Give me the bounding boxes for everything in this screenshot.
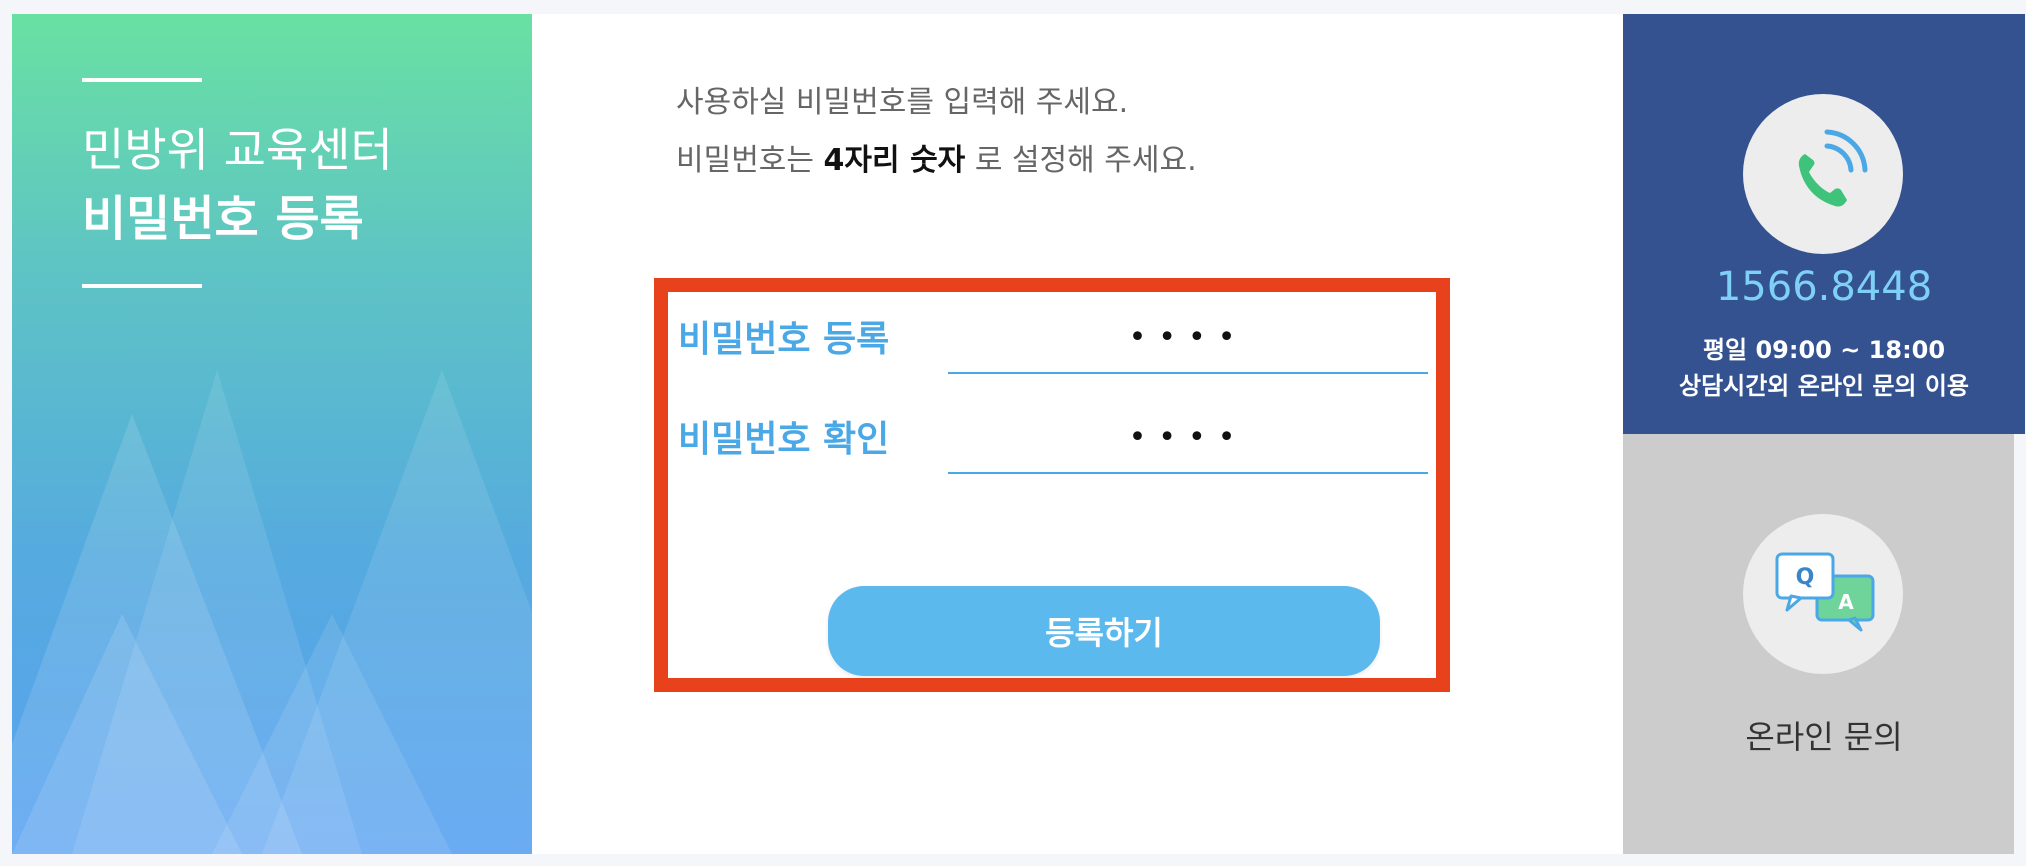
- center-name: 민방위 교육센터: [82, 123, 393, 177]
- online-inquiry-label: 온라인 문의: [1745, 718, 1903, 756]
- online-inquiry-section[interactable]: Q A 온라인 문의: [1623, 434, 2014, 854]
- password-input[interactable]: [948, 302, 1428, 374]
- instruction-highlight: 4자리 숫자: [823, 143, 966, 178]
- qa-icon-circle: Q A: [1743, 514, 1903, 674]
- hours-line-1: 평일 09:00 ~ 18:00: [1702, 336, 1946, 364]
- left-banner: 민방위 교육센터 비밀번호 등록: [12, 14, 532, 854]
- page-frame: 민방위 교육센터 비밀번호 등록 사용하실 비밀번호를 입력해 주세요. 비밀번…: [12, 14, 2025, 854]
- main-content: 사용하실 비밀번호를 입력해 주세요. 비밀번호는 4자리 숫자 로 설정해 주…: [532, 14, 1623, 854]
- instruction-prefix: 비밀번호는: [676, 143, 814, 178]
- phone-icon-circle: [1743, 94, 1903, 254]
- password-form: 비밀번호 등록 비밀번호 확인 등록하기: [654, 278, 1450, 692]
- business-hours: 평일 09:00 ~ 18:00 상담시간외 온라인 문의 이용: [1623, 332, 2025, 404]
- qa-chat-icon: Q A: [1775, 552, 1875, 632]
- instruction-suffix: 로 설정해 주세요.: [974, 143, 1197, 178]
- svg-text:A: A: [1838, 590, 1854, 614]
- phone-number: 1566.8448: [1715, 264, 1933, 310]
- password-row: 비밀번호 등록: [668, 302, 1436, 388]
- phone-icon: [1798, 129, 1868, 207]
- contact-panel: 1566.8448 평일 09:00 ~ 18:00 상담시간외 온라인 문의 …: [1623, 14, 2025, 854]
- title-rule-bottom: [82, 284, 202, 288]
- hours-line-2: 상담시간외 온라인 문의 이용: [1678, 372, 1970, 400]
- confirm-input[interactable]: [948, 402, 1428, 474]
- password-label: 비밀번호 등록: [678, 319, 890, 360]
- phone-section: 1566.8448 평일 09:00 ~ 18:00 상담시간외 온라인 문의 …: [1623, 14, 2025, 434]
- title-rule-top: [82, 78, 202, 82]
- instruction-line-2: 비밀번호는 4자리 숫자 로 설정해 주세요.: [676, 140, 1197, 182]
- instruction-line-1: 사용하실 비밀번호를 입력해 주세요.: [676, 85, 1129, 120]
- svg-text:Q: Q: [1796, 565, 1815, 590]
- confirm-row: 비밀번호 확인: [668, 402, 1436, 488]
- confirm-label: 비밀번호 확인: [678, 419, 890, 460]
- page-title: 비밀번호 등록: [82, 191, 364, 247]
- register-button[interactable]: 등록하기: [828, 586, 1380, 676]
